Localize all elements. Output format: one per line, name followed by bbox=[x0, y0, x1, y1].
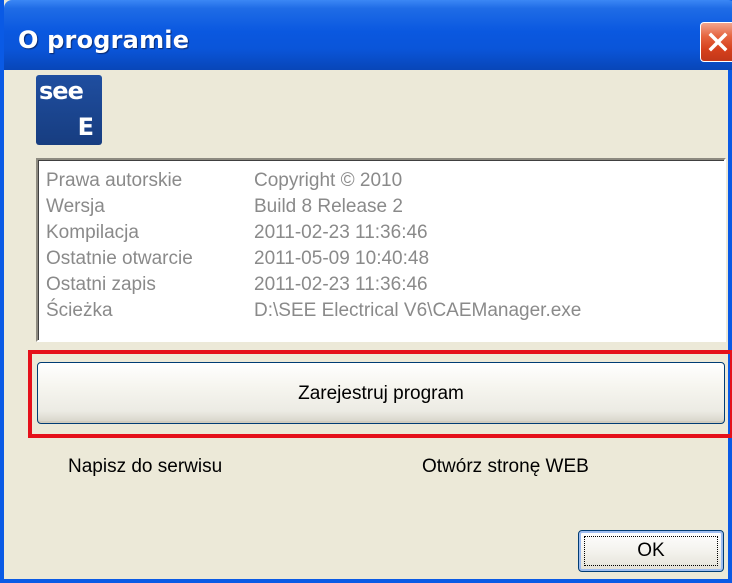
contact-support-link[interactable]: Napisz do serwisu bbox=[68, 456, 222, 478]
info-panel: Prawa autorskie Copyright © 2010 Wersja … bbox=[36, 158, 726, 342]
info-value: 2011-02-23 11:36:46 bbox=[254, 274, 428, 295]
info-label: Kompilacja bbox=[46, 222, 139, 243]
ok-button[interactable]: OK bbox=[578, 530, 724, 572]
app-logo: see E bbox=[36, 75, 102, 145]
info-label: Prawa autorskie bbox=[46, 170, 183, 191]
close-icon bbox=[708, 32, 728, 52]
info-value: 2011-05-09 10:40:48 bbox=[254, 248, 430, 269]
title-bar[interactable]: O programie bbox=[4, 0, 732, 70]
ok-button-label: OK bbox=[637, 540, 665, 561]
info-value: Copyright © 2010 bbox=[254, 170, 403, 191]
info-label: Ścieżka bbox=[46, 300, 113, 321]
info-label: Wersja bbox=[46, 196, 105, 217]
info-value: 2011-02-23 11:36:46 bbox=[254, 222, 428, 243]
open-website-link[interactable]: Otwórz stronę WEB bbox=[422, 456, 589, 478]
about-dialog: O programie see E Prawa autorskie Copyri… bbox=[0, 0, 732, 583]
info-value: Build 8 Release 2 bbox=[254, 196, 403, 217]
logo-text-top: see bbox=[39, 77, 84, 105]
info-label: Ostatnie otwarcie bbox=[46, 248, 193, 269]
info-label: Ostatni zapis bbox=[46, 274, 156, 295]
logo-text-bottom: E bbox=[77, 113, 94, 141]
close-button[interactable] bbox=[700, 22, 732, 62]
register-program-button[interactable]: Zarejestruj program bbox=[37, 362, 725, 424]
window-title: O programie bbox=[18, 26, 190, 54]
info-value: D:\SEE Electrical V6\CAEManager.exe bbox=[254, 300, 582, 321]
